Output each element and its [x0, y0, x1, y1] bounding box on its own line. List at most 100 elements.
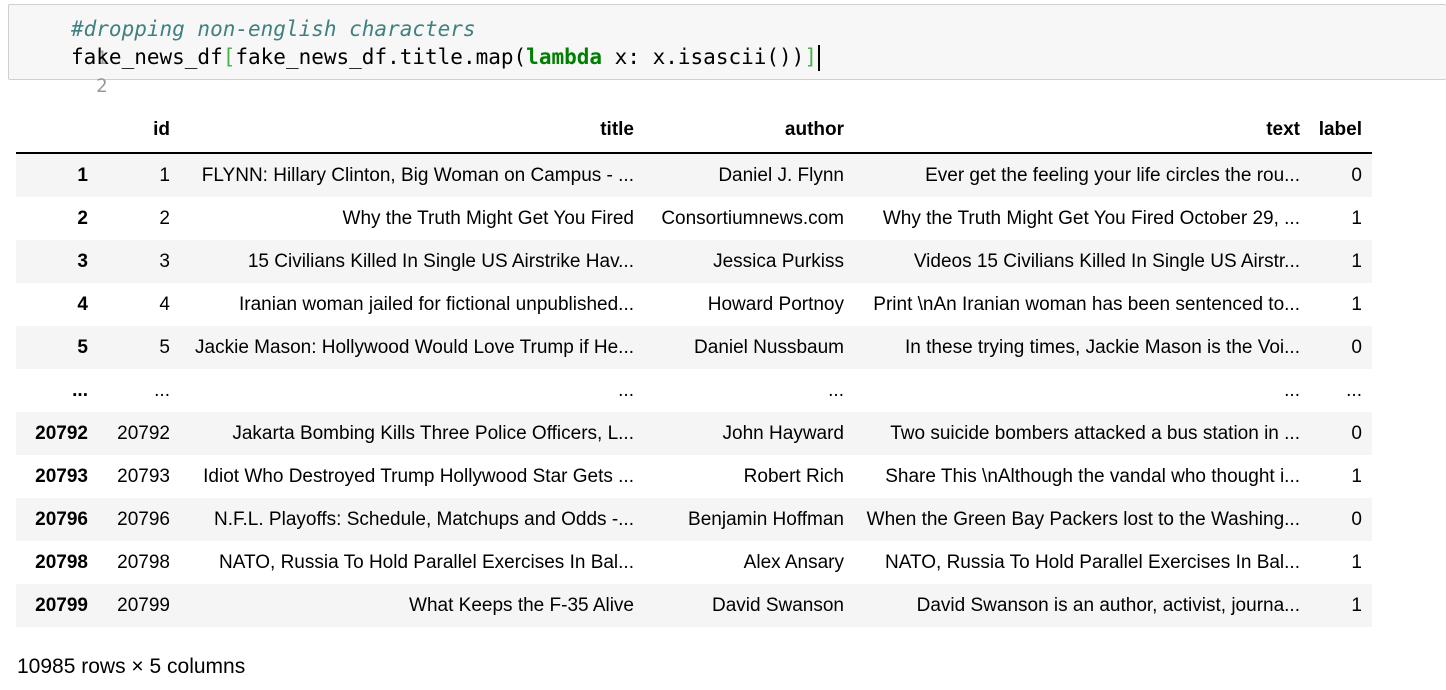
- table-row: ..................: [16, 369, 1372, 412]
- cell-text: ...: [1284, 379, 1300, 401]
- code-token: fake_news_df.title.map(: [235, 45, 527, 69]
- cell-text: Videos 15 Civilians Killed In Single US …: [913, 250, 1300, 272]
- table-row: 20796 20796 N.F.L. Playoffs: Schedule, Mat…: [16, 498, 1372, 541]
- cell-id: 4: [159, 293, 170, 315]
- code-token: fake_news_df: [71, 45, 223, 69]
- cell-title: FLYNN: Hillary Clinton, Big Woman on Cam…: [201, 164, 634, 186]
- table-header-row: id title author text label: [16, 108, 1372, 154]
- table-row: 4 4 Iranian woman jailed for fictional unp…: [16, 283, 1372, 326]
- cell-id: 3: [159, 250, 170, 272]
- cell-label: 1: [1351, 207, 1362, 229]
- row-index-cell: ...: [72, 379, 88, 401]
- row-index-cell: 20792: [35, 422, 88, 444]
- cell-id: 20796: [117, 508, 170, 530]
- row-index-cell: 1: [77, 164, 88, 186]
- cell-title: N.F.L. Playoffs: Schedule, Matchups and …: [214, 508, 634, 530]
- row-index-cell: 2: [77, 207, 88, 229]
- text-cursor: [817, 45, 820, 71]
- cell-text: In these trying times, Jackie Mason is t…: [905, 336, 1300, 358]
- cell-label: 0: [1351, 164, 1362, 186]
- cell-label: ...: [1346, 379, 1362, 401]
- cell-text: David Swanson is an author, activist, jo…: [916, 594, 1300, 616]
- code-line-1: 1 #dropping non-english characters: [9, 15, 476, 69]
- cell-label: 0: [1351, 336, 1362, 358]
- table-row: 20793 20793 Idiot Who Destroyed Trump Holl…: [16, 455, 1372, 498]
- code-line-2: 2 fake_news_df[fake_news_df.title.map(la…: [9, 43, 820, 97]
- cell-author: Benjamin Hoffman: [688, 508, 844, 530]
- cell-title: Iranian woman jailed for fictional unpub…: [238, 293, 634, 315]
- cell-text: Ever get the feeling your life circles t…: [925, 164, 1300, 186]
- cell-label: 0: [1351, 508, 1362, 530]
- cell-title: Why the Truth Might Get You Fired: [342, 207, 634, 229]
- cell-author: Robert Rich: [743, 465, 844, 487]
- table-row: 2 2 Why the Truth Might Get You Fired Conso…: [16, 197, 1372, 240]
- cell-text: Print \nAn Iranian woman has been senten…: [873, 293, 1300, 315]
- row-index-cell: 20798: [35, 551, 88, 573]
- code-cell[interactable]: 1 #dropping non-english characters 2 fak…: [8, 4, 1446, 97]
- cell-author: Daniel J. Flynn: [718, 164, 844, 186]
- cell-text: Two suicide bombers attacked a bus stati…: [890, 422, 1300, 444]
- cell-title: ...: [618, 379, 634, 401]
- header-title: title: [178, 108, 644, 154]
- code-comment: #dropping non-english characters: [71, 15, 476, 43]
- cell-id: ...: [154, 379, 170, 401]
- cell-author: David Swanson: [711, 594, 844, 616]
- header-label: label: [1310, 108, 1372, 154]
- header-text: text: [852, 108, 1310, 154]
- row-index-cell: 20793: [35, 465, 88, 487]
- cell-author: Jessica Purkiss: [713, 250, 844, 272]
- cell-label: 1: [1351, 293, 1362, 315]
- cell-label: 1: [1351, 594, 1362, 616]
- cell-author: Daniel Nussbaum: [694, 336, 844, 358]
- header-id: id: [98, 108, 178, 154]
- cell-label: 1: [1351, 250, 1362, 272]
- row-index-cell: 3: [77, 250, 88, 272]
- code-bracket: [: [222, 45, 236, 69]
- cell-id: 20799: [117, 594, 170, 616]
- dataframe-table: id title author text label 1 1 FLYNN: Hill…: [16, 108, 1372, 627]
- cell-id: 20792: [117, 422, 170, 444]
- cell-label: 1: [1351, 551, 1362, 573]
- cell-text: Share This \nAlthough the vandal who tho…: [885, 465, 1300, 487]
- table-body: 1 1 FLYNN: Hillary Clinton, Big Woman on C…: [16, 153, 1372, 627]
- table-row: 3 3 15 Civilians Killed In Single US Airst…: [16, 240, 1372, 283]
- cell-label: 0: [1351, 422, 1362, 444]
- table-row: 20798 20798 NATO, Russia To Hold Parallel …: [16, 541, 1372, 584]
- cell-author: ...: [828, 379, 844, 401]
- code-statement: fake_news_df[fake_news_df.title.map(lamb…: [71, 43, 820, 71]
- cell-id: 5: [159, 336, 170, 358]
- cell-title: Idiot Who Destroyed Trump Hollywood Star…: [203, 465, 634, 487]
- header-author: author: [644, 108, 852, 154]
- cell-label: 1: [1351, 465, 1362, 487]
- code-bracket: ]: [804, 45, 817, 69]
- cell-title: NATO, Russia To Hold Parallel Exercises …: [219, 551, 634, 573]
- table-row: 20799 20799 What Keeps the F-35 Alive David…: [16, 584, 1372, 627]
- table-row: 1 1 FLYNN: Hillary Clinton, Big Woman on C…: [16, 153, 1372, 197]
- cell-id: 20793: [117, 465, 170, 487]
- row-index-cell: 20799: [35, 594, 88, 616]
- comment-text: #dropping non-english characters: [71, 17, 476, 41]
- cell-text: Why the Truth Might Get You Fired Octobe…: [882, 207, 1300, 229]
- dataframe-shape-footer: 10985 rows × 5 columns: [17, 655, 246, 678]
- cell-author: Alex Ansary: [743, 551, 844, 573]
- cell-author: Consortiumnews.com: [661, 207, 844, 229]
- cell-author: John Hayward: [722, 422, 844, 444]
- code-keyword: lambda: [526, 45, 603, 69]
- row-index-cell: 5: [77, 336, 88, 358]
- cell-text: When the Green Bay Packers lost to the W…: [866, 508, 1300, 530]
- table-row: 20792 20792 Jakarta Bombing Kills Three Po…: [16, 412, 1372, 455]
- row-index-cell: 4: [77, 293, 88, 315]
- cell-title: Jakarta Bombing Kills Three Police Offic…: [232, 422, 634, 444]
- cell-id: 1: [159, 164, 170, 186]
- cell-id: 20798: [117, 551, 170, 573]
- code-token: x: x.isascii()): [602, 45, 805, 69]
- line-number: 2: [96, 75, 108, 97]
- cell-title: 15 Civilians Killed In Single US Airstri…: [247, 250, 634, 272]
- table-row: 5 5 Jackie Mason: Hollywood Would Love Tru…: [16, 326, 1372, 369]
- cell-author: Howard Portnoy: [707, 293, 844, 315]
- cell-title: What Keeps the F-35 Alive: [409, 594, 634, 616]
- row-index-cell: 20796: [35, 508, 88, 530]
- cell-id: 2: [159, 207, 170, 229]
- header-index: [16, 108, 98, 154]
- cell-text: NATO, Russia To Hold Parallel Exercises …: [885, 551, 1300, 573]
